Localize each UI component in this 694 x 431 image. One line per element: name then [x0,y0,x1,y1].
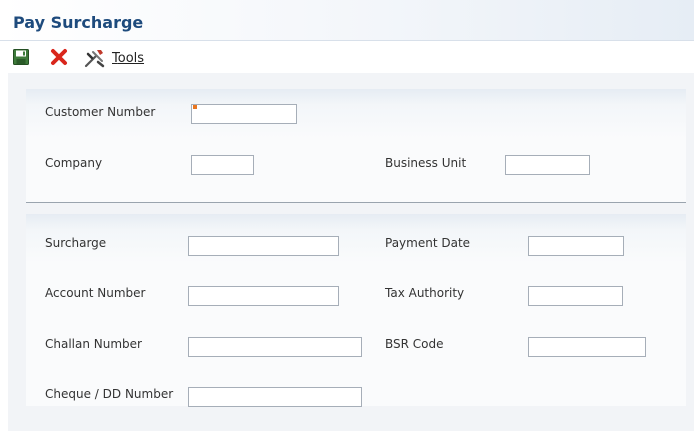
required-field-marker [193,105,197,109]
tax-authority-label: Tax Authority [385,286,465,300]
bsr-code-input[interactable] [528,337,646,357]
surcharge-label: Surcharge [45,236,107,250]
customer-number-input[interactable] [191,104,297,124]
toolbar: Tools [0,40,694,74]
surcharge-input[interactable] [188,236,339,256]
title-bar: Pay Surcharge [0,0,694,40]
red-x-icon [51,49,67,65]
cheque-dd-number-label: Cheque / DD Number [45,387,174,401]
account-number-input[interactable] [188,286,339,306]
tools-icon [84,50,105,68]
challan-number-label: Challan Number [45,337,142,351]
payment-date-label: Payment Date [385,236,471,250]
company-input[interactable] [191,155,254,175]
bsr-code-label: BSR Code [385,337,444,351]
customer-number-label: Customer Number [45,105,156,119]
save-button[interactable] [13,49,29,65]
floppy-disk-icon [13,49,29,65]
account-number-label: Account Number [45,286,146,300]
payment-date-input[interactable] [528,236,624,256]
business-unit-label: Business Unit [385,156,467,170]
challan-number-input[interactable] [188,337,362,357]
cheque-dd-number-input[interactable] [188,387,362,407]
cancel-button[interactable] [50,48,68,66]
business-unit-input[interactable] [505,155,590,175]
company-label: Company [45,156,103,170]
tools-label[interactable]: Tools [112,51,144,66]
tax-authority-input[interactable] [528,286,623,306]
page-title: Pay Surcharge [13,13,144,32]
